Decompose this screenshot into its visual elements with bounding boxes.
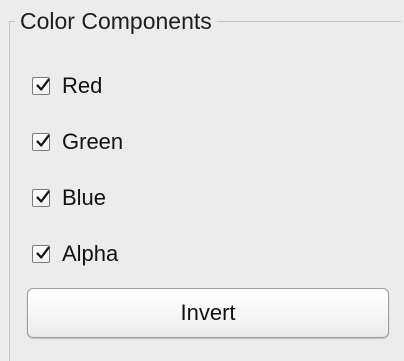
blue-label: Blue xyxy=(62,185,107,210)
red-checkbox[interactable] xyxy=(32,77,50,95)
group-title: Color Components xyxy=(15,6,217,36)
check-icon xyxy=(36,246,50,259)
check-icon xyxy=(36,190,50,203)
checkbox-row-red[interactable]: Red xyxy=(32,71,102,101)
red-label: Red xyxy=(62,73,103,98)
green-checkbox[interactable] xyxy=(32,133,50,151)
alpha-label: Alpha xyxy=(62,241,119,266)
checkbox-row-blue[interactable]: Blue xyxy=(32,183,106,213)
checkbox-row-alpha[interactable]: Alpha xyxy=(32,239,118,269)
alpha-checkbox[interactable] xyxy=(32,245,50,263)
check-icon xyxy=(36,78,50,91)
blue-checkbox[interactable] xyxy=(32,189,50,207)
check-icon xyxy=(36,134,50,147)
green-label: Green xyxy=(62,129,124,154)
checkbox-row-green[interactable]: Green xyxy=(32,127,123,157)
invert-button[interactable]: Invert xyxy=(27,288,389,338)
